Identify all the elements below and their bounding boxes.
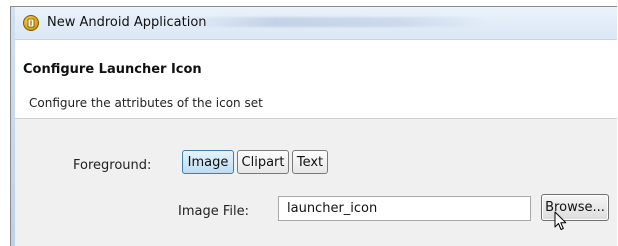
foreground-clipart-label: Clipart [241, 154, 285, 170]
page-title: Configure Launcher Icon [23, 62, 202, 77]
foreground-label: Foreground: [73, 158, 152, 173]
wizard-header: Configure Launcher Icon Configure the at… [15, 40, 617, 119]
foreground-clipart-toggle[interactable]: Clipart [237, 150, 289, 174]
foreground-image-toggle[interactable]: Image [182, 150, 234, 174]
android-sdk-icon [23, 15, 39, 31]
image-file-input[interactable] [278, 196, 531, 221]
mouse-pointer-icon [554, 211, 567, 230]
foreground-image-label: Image [187, 154, 229, 170]
foreground-text-label: Text [296, 154, 324, 170]
page-description: Configure the attributes of the icon set [29, 96, 263, 110]
foreground-text-toggle[interactable]: Text [292, 150, 328, 174]
window-title: New Android Application [47, 15, 207, 30]
dialog-window: New Android Application Configure Launch… [10, 6, 617, 246]
wizard-body: Foreground: Image Clipart Text Image Fil… [15, 119, 617, 246]
title-bar-glare [185, 17, 485, 27]
title-bar: New Android Application [15, 7, 617, 40]
browse-button[interactable]: Browse... [541, 194, 609, 221]
image-file-label: Image File: [178, 204, 249, 219]
